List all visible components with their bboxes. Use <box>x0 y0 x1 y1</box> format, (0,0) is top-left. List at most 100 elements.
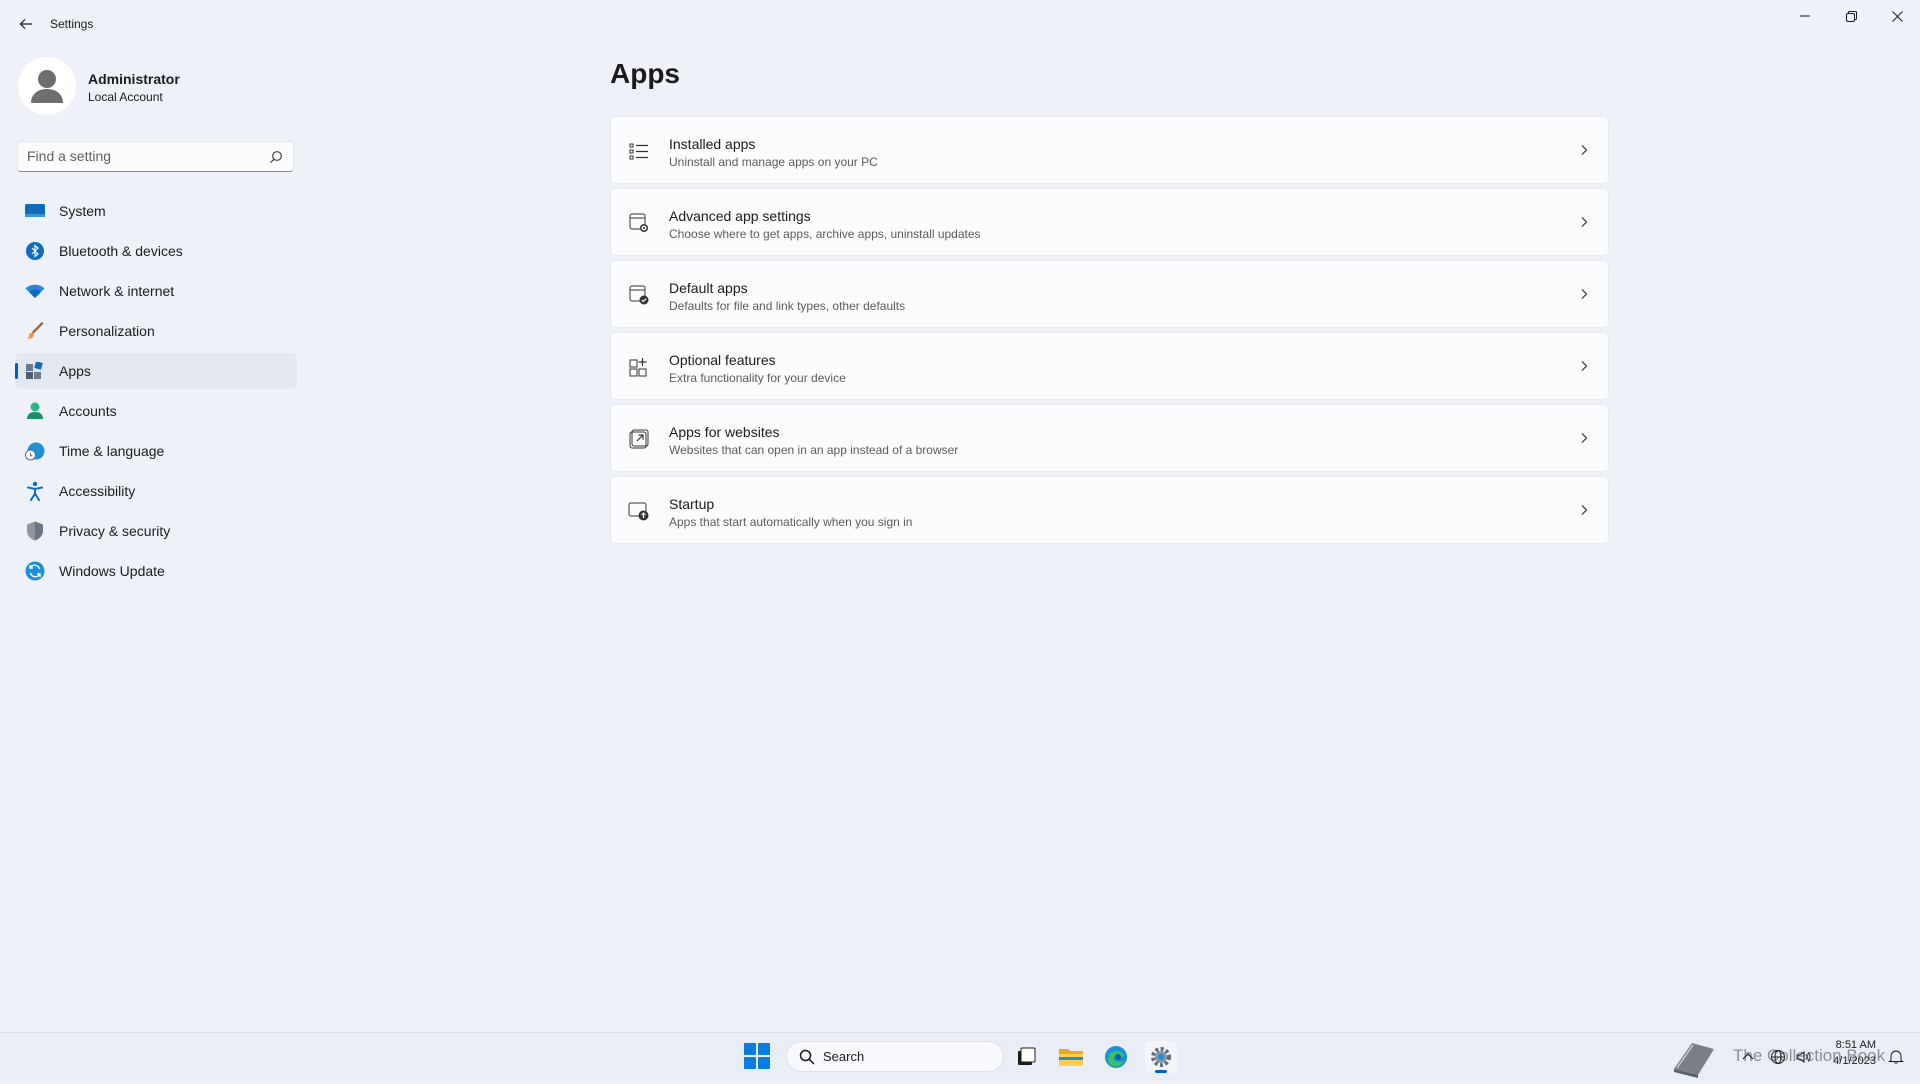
taskbar-settings[interactable] <box>1145 1041 1177 1073</box>
minimize-button[interactable] <box>1782 0 1828 32</box>
accessibility-icon <box>25 481 45 501</box>
active-indicator <box>15 363 18 379</box>
sidebar-item-label: System <box>59 203 106 219</box>
card-advanced-app-settings[interactable]: Advanced app settings Choose where to ge… <box>610 188 1609 256</box>
taskbar-search-label: Search <box>823 1049 865 1064</box>
restore-button[interactable] <box>1828 0 1874 32</box>
minimize-icon <box>1800 15 1810 17</box>
wifi-icon <box>25 281 45 301</box>
sidebar-item-bluetooth[interactable]: Bluetooth & devices <box>15 233 297 269</box>
sidebar-item-time-language[interactable]: Time & language <box>15 433 297 469</box>
profile-name: Administrator <box>88 71 180 87</box>
sidebar-item-privacy-security[interactable]: Privacy & security <box>15 513 297 549</box>
accounts-icon <box>25 401 45 421</box>
card-title: Startup <box>669 496 715 512</box>
page-title: Apps <box>610 58 680 89</box>
sidebar-item-accessibility[interactable]: Accessibility <box>15 473 297 509</box>
book-icon <box>1674 1043 1714 1078</box>
grid-plus-icon <box>629 358 647 377</box>
brush-icon <box>25 321 45 341</box>
taskbar-file-explorer[interactable] <box>1055 1041 1087 1073</box>
update-icon <box>25 561 45 581</box>
chevron-right-icon <box>1581 433 1588 443</box>
network-globe-icon[interactable] <box>1770 1049 1786 1065</box>
startup-icon <box>628 502 649 521</box>
card-subtitle: Extra functionality for your device <box>669 371 846 385</box>
open-external-icon <box>629 429 649 449</box>
sidebar-item-label: Accounts <box>59 403 117 419</box>
search-icon <box>270 151 282 164</box>
apps-settings-list: Installed apps Uninstall and manage apps… <box>610 116 1609 548</box>
card-subtitle: Websites that can open in an app instead… <box>669 443 959 457</box>
card-default-apps[interactable]: Default apps Defaults for file and link … <box>610 260 1609 328</box>
sidebar-nav: System Bluetooth & devices Network & int… <box>15 193 297 593</box>
sidebar-item-system[interactable]: System <box>15 193 297 229</box>
card-title: Installed apps <box>669 136 756 152</box>
settings-search[interactable] <box>17 141 294 172</box>
card-subtitle: Uninstall and manage apps on your PC <box>669 155 878 169</box>
default-apps-icon <box>629 285 649 305</box>
taskbar-search[interactable]: Search <box>786 1041 1004 1072</box>
clock-date[interactable]: 4/1/2023 <box>1826 1055 1876 1067</box>
user-avatar-icon <box>31 70 63 103</box>
sidebar-item-apps[interactable]: Apps <box>15 353 297 389</box>
app-gear-icon <box>629 213 649 233</box>
sidebar-item-label: Bluetooth & devices <box>59 243 183 259</box>
chevron-right-icon <box>1581 145 1588 155</box>
sidebar-item-label: Windows Update <box>59 563 165 579</box>
clock-time[interactable]: 8:51 AM <box>1832 1039 1876 1051</box>
card-subtitle: Defaults for file and link types, other … <box>669 299 906 313</box>
windows-logo-icon <box>758 1043 770 1055</box>
card-installed-apps[interactable]: Installed apps Uninstall and manage apps… <box>610 116 1609 184</box>
card-title: Apps for websites <box>669 424 780 440</box>
system-icon <box>25 201 45 221</box>
close-icon <box>1891 10 1903 22</box>
folder-icon <box>1059 1049 1083 1066</box>
sidebar-item-label: Network & internet <box>59 283 175 299</box>
taskbar-edge[interactable] <box>1100 1041 1132 1073</box>
user-profile[interactable]: Administrator Local Account <box>18 57 298 117</box>
windows-logo-icon <box>758 1057 770 1069</box>
shield-icon <box>25 521 45 541</box>
windows-logo-icon <box>744 1057 756 1069</box>
active-app-indicator <box>1155 1070 1167 1073</box>
card-apps-for-websites[interactable]: Apps for websites Websites that can open… <box>610 404 1609 472</box>
notification-icon[interactable] <box>1888 1049 1904 1065</box>
sidebar-item-network[interactable]: Network & internet <box>15 273 297 309</box>
card-optional-features[interactable]: Optional features Extra functionality fo… <box>610 332 1609 400</box>
sidebar-item-label: Accessibility <box>59 483 136 499</box>
edge-browser-icon <box>1105 1046 1127 1068</box>
task-view-icon <box>1018 1047 1036 1065</box>
apps-icon <box>25 361 45 381</box>
back-arrow-icon <box>19 19 32 29</box>
bluetooth-icon <box>25 241 45 261</box>
avatar <box>18 57 76 115</box>
clock-globe-icon <box>25 441 45 461</box>
sidebar-item-accounts[interactable]: Accounts <box>15 393 297 429</box>
taskbar-task-view[interactable] <box>1010 1041 1042 1073</box>
profile-account-type: Local Account <box>88 90 163 104</box>
chevron-up-icon[interactable] <box>1740 1049 1756 1065</box>
sidebar-item-label: Privacy & security <box>59 523 171 539</box>
restore-icon <box>1845 10 1857 22</box>
windows-logo-icon <box>744 1043 756 1055</box>
sidebar-item-label: Time & language <box>59 443 165 459</box>
card-title: Optional features <box>669 352 776 368</box>
start-button[interactable] <box>744 1043 772 1071</box>
card-startup[interactable]: Startup Apps that start automatically wh… <box>610 476 1609 544</box>
card-subtitle: Apps that start automatically when you s… <box>669 515 913 529</box>
sidebar-item-label: Apps <box>59 363 91 379</box>
chevron-right-icon <box>1581 289 1588 299</box>
chevron-right-icon <box>1581 505 1588 515</box>
sidebar-item-windows-update[interactable]: Windows Update <box>15 553 297 589</box>
sidebar-item-personalization[interactable]: Personalization <box>15 313 297 349</box>
search-input[interactable] <box>27 148 257 164</box>
chevron-right-icon <box>1581 361 1588 371</box>
window-title: Settings <box>50 17 94 31</box>
list-icon <box>629 143 648 160</box>
close-button[interactable] <box>1874 0 1920 32</box>
sidebar-item-label: Personalization <box>59 323 155 339</box>
back-button[interactable] <box>14 12 38 36</box>
volume-icon[interactable] <box>1795 1049 1811 1065</box>
card-title: Default apps <box>669 280 748 296</box>
